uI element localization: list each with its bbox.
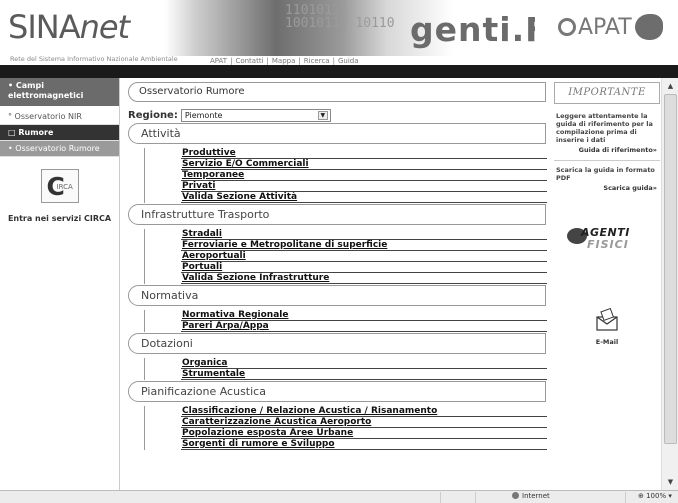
link-classificazione[interactable]: Classificazione / Relazione Acustica / R…: [181, 406, 547, 417]
section-links: Normativa Regionale Pareri Arpa/Appa: [144, 310, 548, 332]
circa-logo-icon[interactable]: C IRCA: [40, 169, 79, 203]
link-strumentale[interactable]: Strumentale: [181, 369, 547, 380]
agenti-fisici-logo[interactable]: AGENTI FISICI: [567, 222, 647, 256]
section-header: Normativa: [128, 285, 546, 306]
status-divider: [475, 492, 476, 503]
nav-contatti[interactable]: Contatti: [235, 57, 263, 65]
nav-ricerca[interactable]: Ricerca: [304, 57, 330, 65]
section-links: Organica Strumentale: [144, 358, 548, 380]
link-produttive[interactable]: Produttive: [181, 148, 547, 159]
important-title: IMPORTANTE: [554, 82, 660, 104]
right-sidebar: IMPORTANTE Leggere attentamente la guida…: [554, 82, 660, 490]
header-divider-bar: [0, 65, 678, 78]
section-pianificazione: Pianificazione Acustica Classificazione …: [128, 381, 548, 450]
link-portuali[interactable]: Portuali: [181, 262, 547, 273]
scroll-up-icon[interactable]: ▲: [664, 80, 677, 92]
logo-main: SINA: [8, 8, 81, 46]
circa-link[interactable]: Entra nei servizi CIRCA: [0, 214, 119, 223]
link-organica[interactable]: Organica: [181, 358, 547, 369]
link-stradali[interactable]: Stradali: [181, 229, 547, 240]
nav-guida[interactable]: Guida: [338, 57, 359, 65]
pdf-text: Scarica la guida in formato PDF: [556, 166, 655, 182]
agenti-fisici-banner: 11010110 10010110 10110 genti.Fisici: [165, 0, 535, 56]
top-navigation: APAT | Contatti | Mappa | Ricerca | Guida: [210, 57, 359, 65]
link-popolazione[interactable]: Popolazione esposta Aree Urbane: [181, 428, 547, 439]
scroll-down-icon[interactable]: ▼: [664, 476, 677, 488]
section-header: Infrastrutture Trasporto: [128, 204, 546, 225]
guide-link[interactable]: Guida di riferimento»: [554, 146, 660, 154]
zoom-control[interactable]: ⊕ 100% ▾: [638, 492, 672, 500]
vertical-scrollbar[interactable]: ▲ ▼: [661, 78, 678, 490]
link-valida-infrastrutture[interactable]: Valida Sezione Infrastrutture: [181, 273, 547, 284]
globe-icon: [512, 492, 519, 499]
link-caratterizzazione[interactable]: Caratterizzazione Acustica Aeroporto: [181, 417, 547, 428]
section-attivita: Attività Produttive Servizio E/O Commerc…: [128, 123, 548, 203]
regione-value: Piemonte: [184, 110, 223, 120]
section-links: Classificazione / Relazione Acustica / R…: [144, 406, 548, 450]
left-sidebar: • Campi elettromagnetici ° Osservatorio …: [0, 78, 120, 490]
nav-mappa[interactable]: Mappa: [272, 57, 296, 65]
apat-logo[interactable]: APAT: [558, 14, 663, 40]
page-title: Osservatorio Rumore: [128, 82, 546, 102]
link-privati[interactable]: Privati: [181, 181, 547, 192]
pdf-download-link[interactable]: Scarica guida»: [554, 184, 660, 192]
section-header: Pianificazione Acustica: [128, 381, 546, 402]
email-link[interactable]: E-Mail: [554, 338, 660, 346]
sidebar-item-osservatorio-rumore[interactable]: • Osservatorio Rumore: [0, 141, 119, 157]
zoom-level: 100%: [646, 492, 667, 500]
sidebar-item-label: Rumore: [18, 128, 54, 137]
chevron-down-icon[interactable]: ▼: [317, 110, 328, 120]
section-links: Produttive Servizio E/O Commerciali Temp…: [144, 148, 548, 203]
link-temporanee[interactable]: Temporanee: [181, 170, 547, 181]
regione-label: Regione:: [128, 109, 178, 121]
section-links: Stradali Ferroviarie e Metropolitane di …: [144, 229, 548, 284]
divider: [554, 160, 660, 161]
apat-logo-text: APAT: [578, 15, 632, 40]
security-zone: Internet: [512, 492, 550, 500]
zone-label: Internet: [522, 492, 550, 500]
tree-icon: [634, 14, 663, 40]
status-divider: [440, 492, 441, 503]
regione-select[interactable]: Piemonte ▼: [180, 108, 331, 122]
link-ferroviarie[interactable]: Ferroviarie e Metropolitane di superfici…: [181, 240, 547, 251]
section-header: Attività: [128, 123, 546, 144]
scrollbar-thumb[interactable]: [664, 94, 677, 444]
sidebar-item-label: Osservatorio NIR: [14, 112, 82, 121]
regione-row: Regione: Piemonte ▼: [128, 108, 548, 122]
nav-apat[interactable]: APAT: [210, 57, 227, 65]
sidebar-item-osservatorio-nir[interactable]: ° Osservatorio NIR: [0, 109, 119, 125]
logo-subtitle: Rete del Sistema Informativo Nazionale A…: [10, 55, 178, 63]
link-pareri[interactable]: Pareri Arpa/Appa: [181, 321, 547, 332]
status-divider: [625, 492, 626, 503]
link-normativa-regionale[interactable]: Normativa Regionale: [181, 310, 547, 321]
sidebar-item-campi-elettromagnetici[interactable]: • Campi elettromagnetici: [0, 78, 119, 106]
sinanet-logo[interactable]: SINAnet Rete del Sistema Informativo Naz…: [8, 8, 178, 63]
sidebar-section-title: Campi elettromagnetici: [8, 81, 84, 100]
section-header: Dotazioni: [128, 333, 546, 354]
link-valida-attivita[interactable]: Valida Sezione Attività: [181, 192, 547, 203]
link-sorgenti[interactable]: Sorgenti di rumore e Sviluppo: [181, 439, 547, 450]
banner-binary: 11010110 10010110 10110: [285, 3, 395, 31]
link-servizio-commerciali[interactable]: Servizio E/O Commerciali: [181, 159, 547, 170]
section-infrastrutture: Infrastrutture Trasporto Stradali Ferrov…: [128, 204, 548, 284]
sidebar-item-rumore[interactable]: □ Rumore: [0, 125, 119, 141]
header: SINAnet Rete del Sistema Informativo Naz…: [0, 0, 678, 78]
status-bar: Internet ⊕ 100% ▾: [0, 490, 678, 503]
banner-title: genti.Fisici: [410, 10, 535, 49]
logo-suffix: net: [79, 8, 131, 46]
important-text: Leggere attentamente la guida di riferim…: [556, 112, 653, 144]
envelope-icon[interactable]: [595, 307, 619, 332]
sidebar-item-label: Osservatorio Rumore: [15, 144, 100, 153]
circa-logo-text: IRCA: [56, 183, 73, 191]
main-content: Osservatorio Rumore Regione: Piemonte ▼ …: [128, 82, 548, 490]
fisici-logo-text: FISICI: [587, 238, 629, 251]
apat-seal-icon: [558, 18, 576, 36]
section-dotazioni: Dotazioni Organica Strumentale: [128, 333, 548, 380]
link-aeroportuali[interactable]: Aeroportuali: [181, 251, 547, 262]
section-normativa: Normativa Normativa Regionale Pareri Arp…: [128, 285, 548, 332]
